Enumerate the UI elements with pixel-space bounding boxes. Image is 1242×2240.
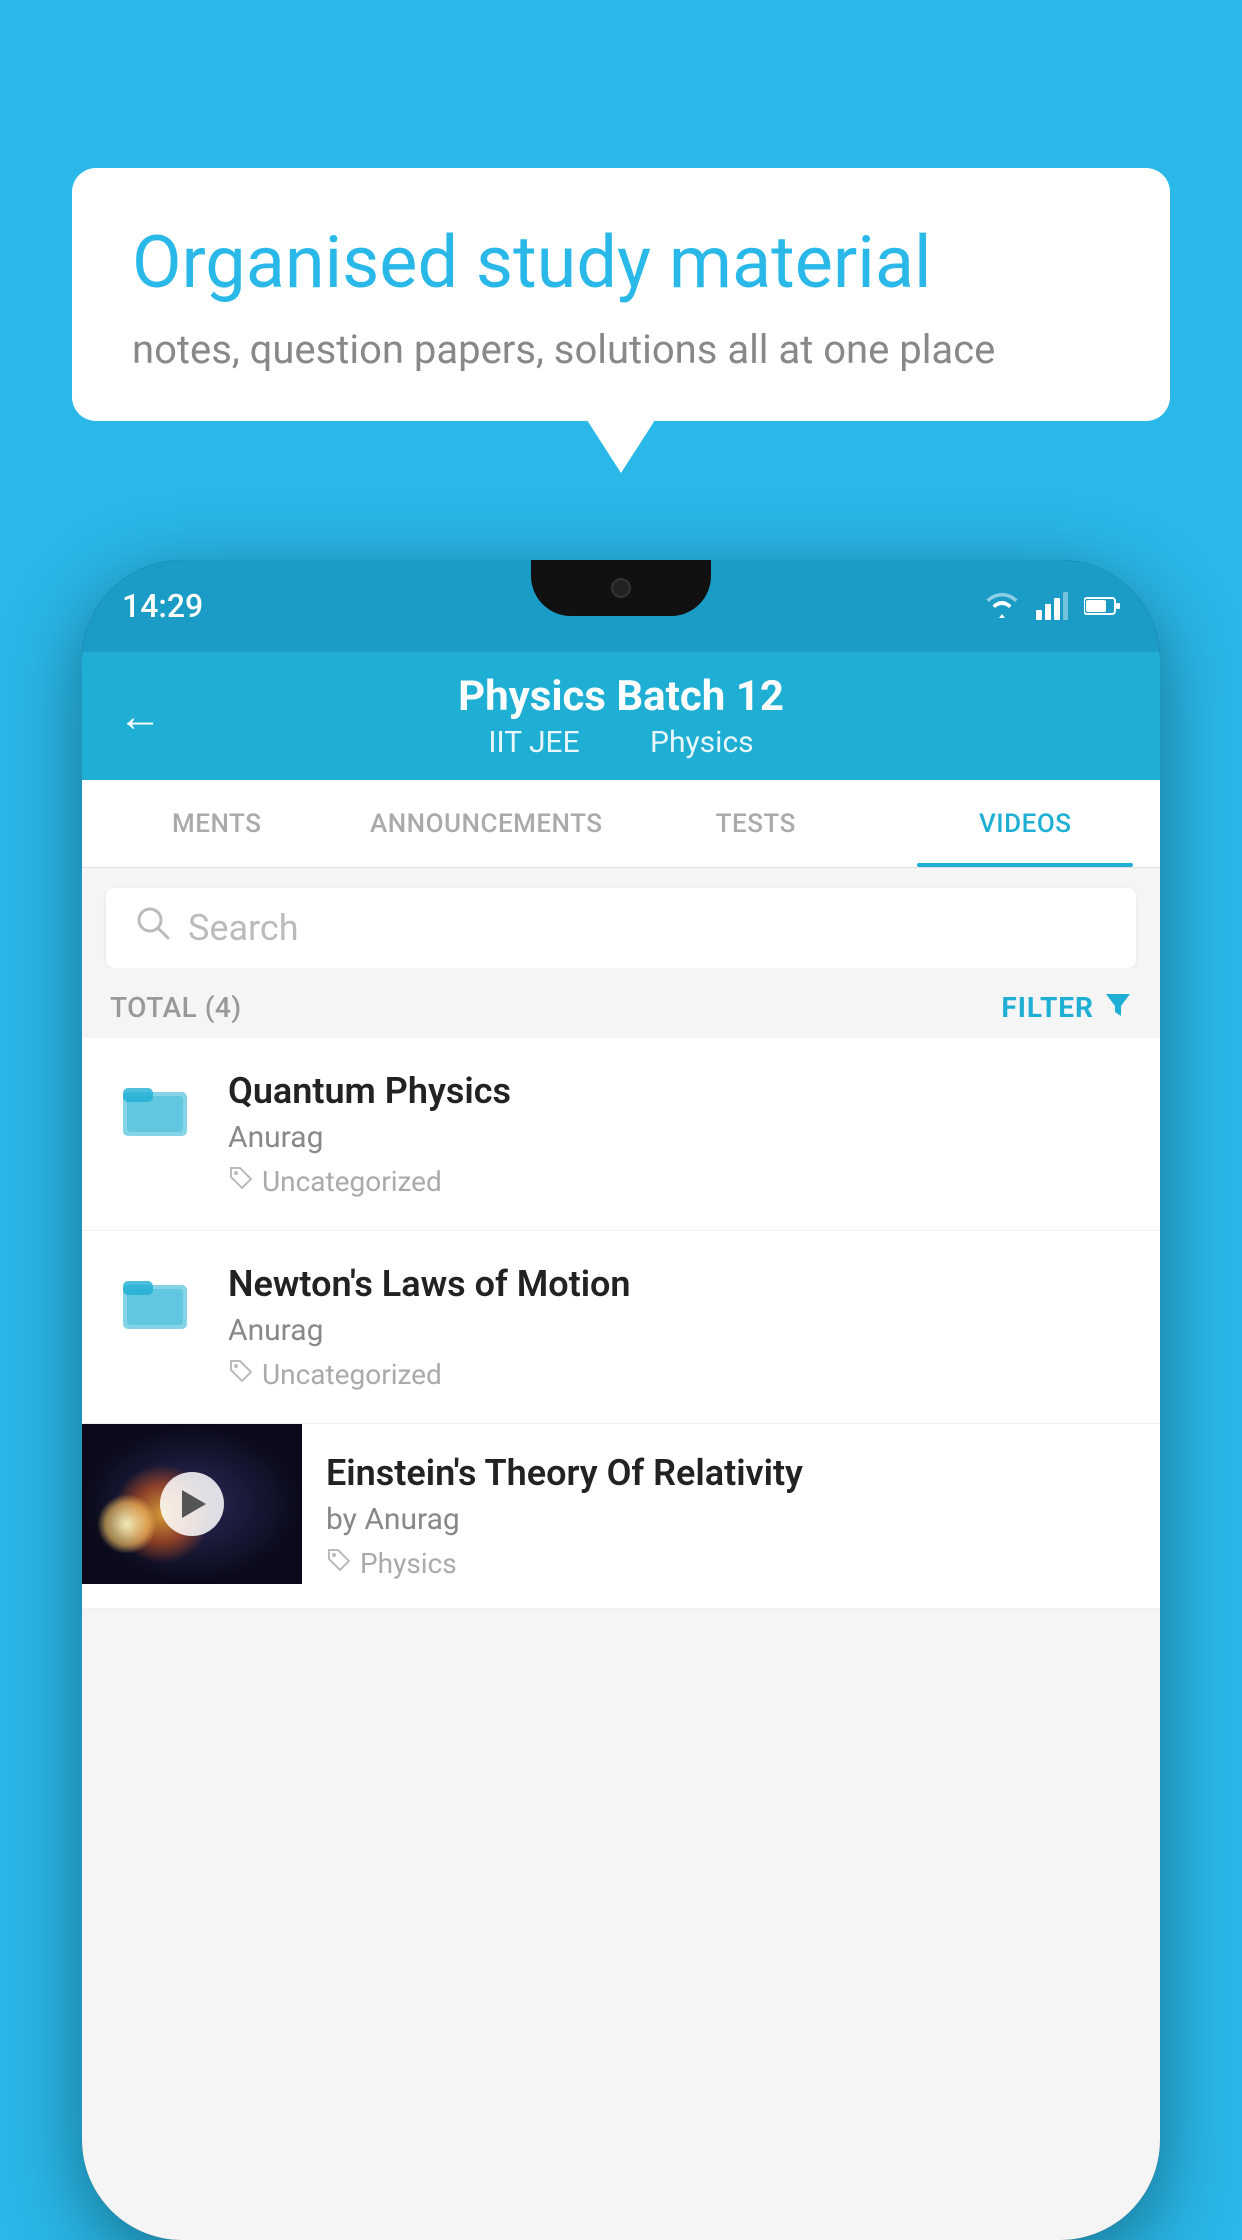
tab-announcements[interactable]: ANNOUNCEMENTS: [352, 780, 622, 867]
battery-icon: [1084, 596, 1120, 616]
speech-bubble-subtext: notes, question papers, solutions all at…: [132, 326, 1110, 373]
phone-frame: 14:29: [82, 560, 1160, 2240]
video-title: Newton's Laws of Motion: [228, 1263, 1132, 1305]
status-time: 14:29: [122, 587, 203, 625]
video-thumbnail: [82, 1424, 302, 1584]
video-info: Newton's Laws of Motion Anurag Uncategor…: [228, 1263, 1132, 1391]
tab-ments[interactable]: MENTS: [82, 780, 352, 867]
play-button[interactable]: [160, 1472, 224, 1536]
app-subtitle: IIT JEE Physics: [476, 725, 765, 760]
tag-icon: [228, 1358, 254, 1391]
video-author: Anurag: [228, 1120, 1132, 1155]
app-title: Physics Batch 12: [458, 672, 784, 721]
filter-label: FILTER: [1001, 991, 1094, 1024]
video-info: Einstein's Theory Of Relativity by Anura…: [302, 1424, 1160, 1608]
video-author: Anurag: [228, 1313, 1132, 1348]
subtitle-part1: IIT JEE: [488, 725, 579, 760]
filter-button[interactable]: FILTER: [1001, 988, 1132, 1026]
video-tag: Uncategorized: [228, 1358, 1132, 1391]
phone-notch: [531, 560, 711, 616]
status-bar: 14:29: [82, 560, 1160, 652]
video-list: Quantum Physics Anurag Uncategorized: [82, 1038, 1160, 1609]
filter-row: TOTAL (4) FILTER: [82, 968, 1160, 1038]
folder-icon-wrap: [110, 1263, 200, 1335]
video-info: Quantum Physics Anurag Uncategorized: [228, 1070, 1132, 1198]
video-tag: Uncategorized: [228, 1165, 1132, 1198]
folder-icon-wrap: [110, 1070, 200, 1142]
tag-icon: [228, 1165, 254, 1198]
app-header: ← Physics Batch 12 IIT JEE Physics: [82, 652, 1160, 780]
back-button[interactable]: ←: [118, 690, 162, 742]
folder-icon: [119, 1263, 191, 1335]
thumbnail-glow2: [97, 1494, 157, 1554]
video-tag: Physics: [326, 1547, 1136, 1580]
list-item[interactable]: Quantum Physics Anurag Uncategorized: [82, 1038, 1160, 1231]
search-icon: [134, 904, 172, 952]
tag-text: Uncategorized: [262, 1165, 442, 1198]
total-count: TOTAL (4): [110, 991, 242, 1024]
video-author: by Anurag: [326, 1502, 1136, 1537]
speech-bubble: Organised study material notes, question…: [72, 168, 1170, 421]
tag-text: Physics: [360, 1547, 457, 1580]
status-icons: [984, 592, 1120, 620]
content-area: Search TOTAL (4) FILTER: [82, 868, 1160, 2240]
subtitle-part2: Physics: [650, 725, 754, 760]
play-icon: [182, 1490, 206, 1518]
tab-tests[interactable]: TESTS: [621, 780, 891, 867]
search-input[interactable]: Search: [188, 907, 299, 949]
tag-icon: [326, 1547, 352, 1580]
tab-videos[interactable]: VIDEOS: [891, 780, 1161, 867]
list-item[interactable]: Newton's Laws of Motion Anurag Uncategor…: [82, 1231, 1160, 1424]
filter-icon: [1104, 988, 1132, 1026]
folder-icon: [119, 1070, 191, 1142]
signal-icon: [1036, 592, 1068, 620]
camera: [611, 578, 631, 598]
wifi-icon: [984, 592, 1020, 620]
tag-text: Uncategorized: [262, 1358, 442, 1391]
video-title: Einstein's Theory Of Relativity: [326, 1452, 1136, 1494]
speech-bubble-heading: Organised study material: [132, 220, 1110, 306]
tabs-bar: MENTS ANNOUNCEMENTS TESTS VIDEOS: [82, 780, 1160, 868]
search-bar[interactable]: Search: [106, 888, 1136, 968]
subtitle-separator: [611, 725, 626, 760]
video-title: Quantum Physics: [228, 1070, 1132, 1112]
list-item[interactable]: Einstein's Theory Of Relativity by Anura…: [82, 1424, 1160, 1609]
